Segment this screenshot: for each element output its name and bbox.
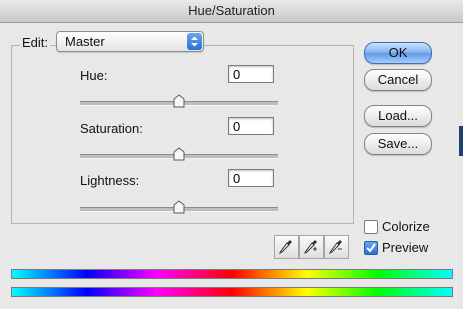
edit-channel-value: Master — [65, 34, 105, 49]
preview-checkbox[interactable] — [364, 241, 378, 255]
saturation-input[interactable] — [228, 117, 274, 135]
output-color-spectrum — [11, 287, 453, 297]
eyedropper-minus-icon — [329, 240, 342, 254]
load-button[interactable]: Load... — [364, 105, 432, 127]
adjustment-panel — [11, 45, 354, 224]
hue-label: Hue: — [80, 68, 108, 83]
window-edge — [459, 126, 463, 156]
checkmark-icon — [366, 243, 376, 253]
edit-channel-select[interactable]: Master — [56, 31, 204, 52]
cancel-button[interactable]: Cancel — [364, 69, 432, 91]
lightness-slider-thumb[interactable] — [173, 200, 185, 214]
save-button[interactable]: Save... — [364, 133, 432, 155]
ok-button[interactable]: OK — [364, 42, 432, 64]
saturation-slider-thumb[interactable] — [173, 147, 185, 161]
select-arrows-icon — [187, 33, 202, 50]
edit-label: Edit: — [20, 35, 51, 50]
lightness-input[interactable] — [228, 169, 274, 187]
colorize-checkbox[interactable] — [364, 220, 378, 234]
hue-input[interactable] — [228, 65, 274, 83]
colorize-label: Colorize — [382, 219, 430, 234]
hue-slider-thumb[interactable] — [173, 94, 185, 108]
eyedropper-minus-button[interactable] — [324, 235, 349, 259]
eyedropper-plus-icon — [304, 240, 317, 254]
eyedropper-plus-button[interactable] — [299, 235, 324, 259]
eyedropper-icon — [279, 240, 292, 254]
input-color-spectrum — [11, 269, 453, 279]
lightness-label: Lightness: — [80, 173, 140, 188]
preview-label: Preview — [382, 240, 429, 255]
saturation-label: Saturation: — [80, 121, 143, 136]
eyedropper-button[interactable] — [274, 235, 299, 259]
window-title: Hue/Saturation — [0, 0, 463, 23]
